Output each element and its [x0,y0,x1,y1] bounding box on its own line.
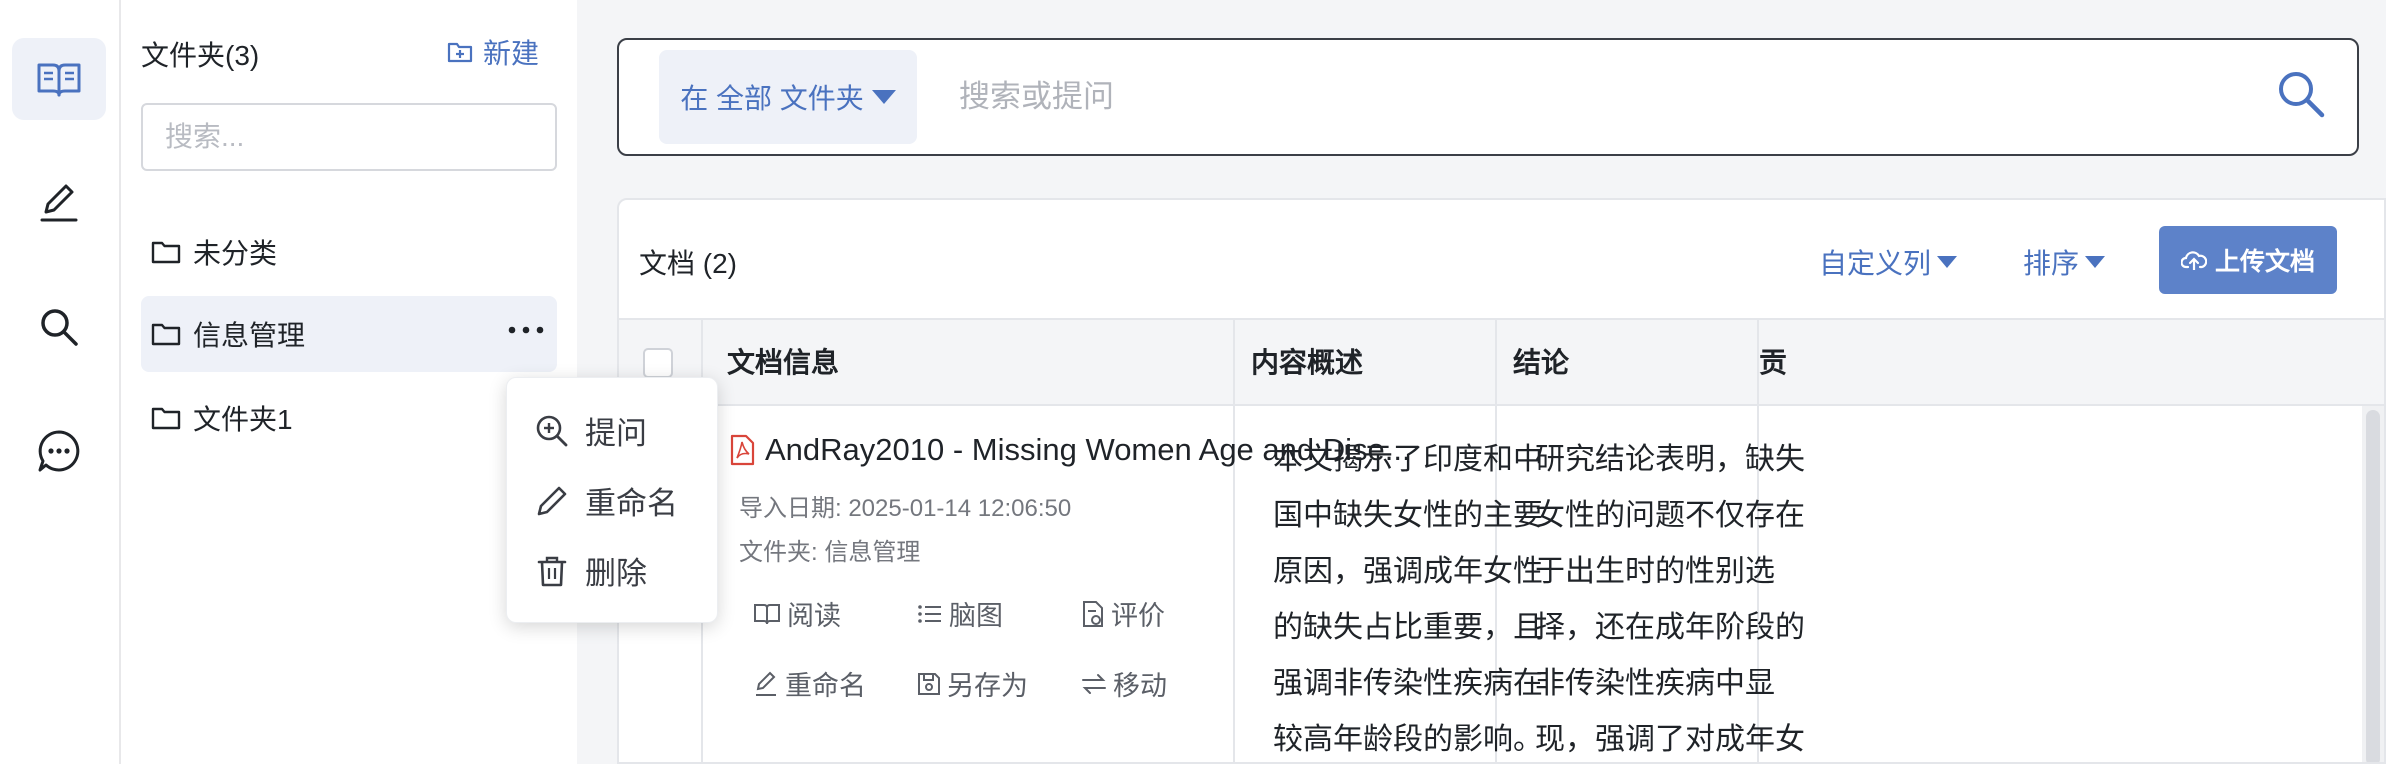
search-icon [41,309,78,346]
context-menu-delete[interactable]: 删除 [535,548,647,593]
new-folder-button[interactable]: 新建 [447,32,539,72]
review-action-label: 评价 [1111,601,1165,631]
sort-button[interactable]: 排序 [2023,242,2106,282]
mindmap-action[interactable]: 脑图 [917,594,1003,633]
document-folder: 文件夹: 信息管理 [739,539,921,566]
summary-line: 的缺失占比重要，且 [1273,611,1543,644]
documents-title: 文档 (2) [639,248,738,279]
caret-down-icon [1937,256,1958,268]
rename-action[interactable]: 重命名 [753,664,866,703]
cloud-upload-icon [2180,251,2207,270]
summary-cell: 本文揭示了印度和中 国中缺失女性的主要 原因，强调成年女性 的缺失占比重要，且 … [1273,432,1543,762]
folder-plus-icon [447,42,473,63]
context-menu-rename[interactable]: 重命名 [535,478,678,523]
mindmap-action-label: 脑图 [949,601,1003,631]
swap-icon [1082,673,1106,694]
save-as-action-label: 另存为 [947,671,1028,701]
summary-line: 强调非传染性疾病在 [1273,667,1543,700]
conclusion-line: 于出生时的性别选 [1535,555,1775,588]
documents-panel: 文档 (2) 自定义列 排序 上传文档 文档信息 内容概述 结论 贡 AndRa… [617,198,2386,764]
pencil-icon [537,486,567,515]
new-folder-label: 新建 [482,38,539,69]
conclusion-line: 研究结论表明，缺失 [1535,443,1805,476]
column-header-doc-info[interactable]: 文档信息 [727,320,839,406]
scrollbar-thumb[interactable] [2366,410,2380,762]
upload-document-label: 上传文档 [2214,248,2315,276]
search-submit-icon[interactable] [2275,68,2327,125]
summary-line: 本文揭示了印度和中 [1273,443,1543,476]
document-check-icon [1083,600,1103,627]
pdf-file-icon [730,434,755,466]
zoom-in-icon [536,415,568,446]
table-header: 文档信息 内容概述 结论 贡 [619,318,2384,406]
review-action[interactable]: 评价 [1081,594,1165,633]
caret-down-icon [2085,256,2106,268]
custom-columns-label: 自定义列 [1819,248,1932,279]
column-header-summary[interactable]: 内容概述 [1251,320,1363,406]
folders-title: 文件夹(3) [141,40,260,71]
chat-icon [38,430,80,472]
folder-item-info-management[interactable]: 信息管理 [141,296,557,372]
main-area: 在 全部 文件夹 文档 (2) 自定义列 排序 上传文档 [577,0,2386,764]
conclusion-line: 非传染性疾病中显 [1535,667,1775,700]
column-header-conclusion[interactable]: 结论 [1513,320,1569,406]
folder-item-uncategorized[interactable]: 未分类 [141,214,557,290]
search-scope-label: 在 全部 文件夹 [680,83,864,114]
conclusion-line: 择，还在成年阶段的 [1535,611,1805,644]
search-bar: 在 全部 文件夹 [617,38,2359,156]
main-search-input[interactable] [957,68,2161,126]
context-menu-label: 重命名 [585,486,678,521]
trash-icon [537,556,567,586]
read-action[interactable]: 阅读 [753,594,841,633]
summary-line: 国中缺失女性的主要 [1273,499,1543,532]
table-scrollbar[interactable] [2362,406,2384,762]
search-scope-dropdown[interactable]: 在 全部 文件夹 [659,50,917,144]
rail-search-button[interactable] [12,286,106,368]
select-all-checkbox[interactable] [643,348,673,378]
column-header-contribution[interactable]: 贡 [1759,320,1787,406]
conclusion-line: 现，强调了对成年女 [1535,723,1805,756]
context-menu-ask[interactable]: 提问 [535,408,647,453]
context-menu-label: 删除 [585,556,647,591]
conclusion-cell: 研究结论表明，缺失 女性的问题不仅存在 于出生时的性别选 择，还在成年阶段的 非… [1535,432,1805,762]
move-action-label: 移动 [1113,671,1167,701]
folder-item-label: 文件夹1 [193,404,293,435]
rail-chat-button[interactable] [12,410,106,492]
rail-library-button[interactable] [12,38,106,120]
list-icon [918,604,941,623]
edit-icon [756,671,776,696]
more-options-icon[interactable] [507,316,545,357]
column-divider [1233,318,1235,762]
conclusion-line: 女性的问题不仅存在 [1535,499,1805,532]
folder-item-label: 未分类 [193,238,278,269]
upload-document-button[interactable]: 上传文档 [2159,226,2337,294]
folder-item-folder1[interactable]: 文件夹1 [141,380,557,456]
document-import-date: 导入日期: 2025-01-14 12:06:50 [739,495,1072,522]
folder-icon [151,240,181,264]
folder-context-menu: 提问 重命名 删除 [506,377,718,623]
summary-line: 较高年龄段的影响。 [1273,723,1543,756]
folder-item-label: 信息管理 [193,320,306,351]
book-open-icon [754,603,780,624]
read-action-label: 阅读 [787,601,841,631]
pen-icon [40,184,78,222]
folder-icon [151,322,181,346]
save-as-action[interactable]: 另存为 [917,664,1028,703]
caret-down-icon [871,90,896,104]
folder-icon [151,406,181,430]
folder-search-input[interactable] [141,103,557,171]
context-menu-label: 提问 [585,416,647,451]
move-action[interactable]: 移动 [1081,664,1167,703]
rail-write-button[interactable] [12,162,106,244]
save-icon [918,672,940,695]
custom-columns-button[interactable]: 自定义列 [1819,242,1958,282]
icon-rail [0,0,121,764]
summary-line: 原因，强调成年女性 [1273,555,1543,588]
book-icon [37,63,81,97]
rename-action-label: 重命名 [785,671,866,701]
sort-label: 排序 [2023,248,2080,279]
